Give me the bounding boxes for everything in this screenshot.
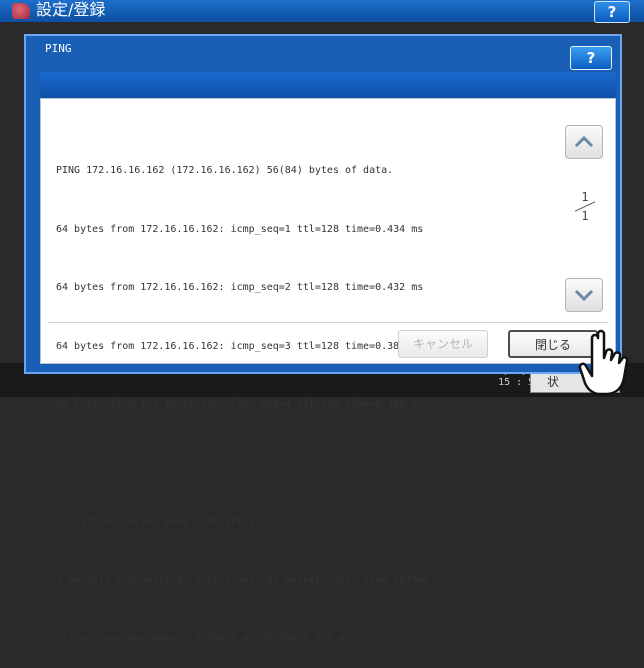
- app-help-button[interactable]: ?: [594, 1, 630, 23]
- scroll-up-button[interactable]: [565, 125, 603, 159]
- dialog-header-band: [40, 72, 616, 98]
- app-logo-icon: [12, 3, 30, 19]
- ping-output: PING 172.16.16.162 (172.16.16.162) 56(84…: [56, 122, 526, 668]
- button-divider: [48, 322, 608, 323]
- dialog-help-button[interactable]: ?: [570, 46, 612, 70]
- page-current: 1: [581, 190, 589, 204]
- app-title: 設定/登録: [36, 0, 106, 19]
- log-line: --- 172.16.16.162 ping statistics ---: [56, 516, 279, 527]
- log-line: 64 bytes from 172.16.16.162: icmp_seq=1 …: [56, 223, 424, 235]
- dialog-title: PING: [45, 42, 72, 55]
- log-line: 4 packets transmitted, 4 received, 0% pa…: [56, 574, 430, 586]
- log-line: PING 172.16.16.162 (172.16.16.162) 56(84…: [56, 165, 394, 176]
- pointer-hand-icon: [578, 329, 629, 396]
- cancel-button[interactable]: キャンセル: [398, 330, 488, 358]
- chevron-up-icon: [574, 136, 594, 148]
- log-line: rtt min/avg/max/mdev = 0.384/0.425/0.450…: [56, 633, 352, 644]
- log-line-blank: [56, 454, 526, 474]
- log-line: 64 bytes from 172.16.16.162: icmp_seq=4 …: [56, 399, 424, 410]
- scroll-down-button[interactable]: [565, 278, 603, 312]
- chevron-down-icon: [574, 289, 594, 301]
- page-indicator: 1 1: [570, 190, 600, 223]
- log-line: 64 bytes from 172.16.16.162: icmp_seq=2 …: [56, 282, 424, 293]
